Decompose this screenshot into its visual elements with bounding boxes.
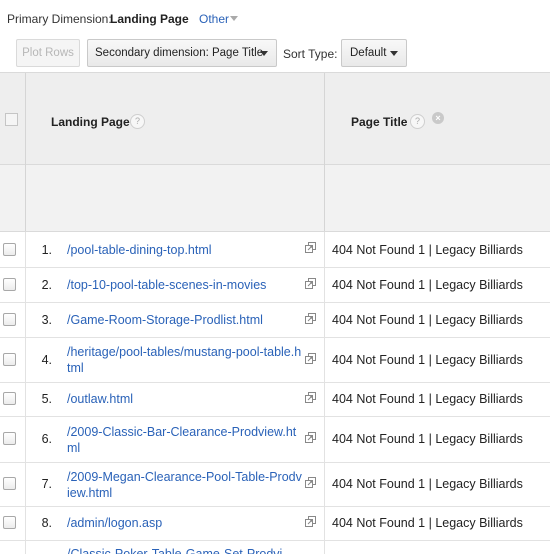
primary-dimension-other[interactable]: Other [199,12,229,26]
landing-page-link[interactable]: /2009-Classic-Bar-Clearance-Prodview.htm… [67,424,303,456]
row-checkbox[interactable] [3,243,16,256]
row-number: 1. [41,243,52,257]
secondary-dimension-label: Secondary dimension: Page Title [95,47,264,59]
table-row: 2. /top-10-pool-table-scenes-in-movies 4… [0,268,550,303]
open-external-icon[interactable] [305,313,316,324]
help-icon[interactable]: ? [130,114,145,129]
sort-type-dropdown[interactable]: Default [341,39,407,67]
row-checkbox[interactable] [3,477,16,490]
column-header-page-title[interactable]: Page Title [351,115,407,129]
row-number: 5. [41,392,52,406]
chevron-down-icon[interactable] [230,16,238,21]
primary-dimension-bar: Primary Dimension: Landing Page Other [0,0,550,37]
open-external-icon[interactable] [305,516,316,527]
summary-checkbox-cell [0,165,26,231]
row-checkbox[interactable] [3,432,16,445]
chevron-down-icon [390,51,398,56]
open-external-icon[interactable] [305,278,316,289]
page-title-cell: 404 Not Found 1 | Legacy Billiards [332,243,523,257]
table-row: 7. /2009-Megan-Clearance-Pool-Table-Prod… [0,463,550,507]
table-row: 8. /admin/logon.asp 404 Not Found 1 | Le… [0,507,550,541]
row-number: 4. [41,353,52,367]
table-row: 6. /2009-Classic-Bar-Clearance-Prodview.… [0,417,550,463]
row-number: 7. [41,477,52,491]
chevron-down-icon [260,51,268,56]
page-title-cell: 404 Not Found 1 | Legacy Billiards [332,313,523,327]
row-checkbox[interactable] [3,392,16,405]
column-divider [324,165,325,231]
landing-page-link[interactable]: /2009-Megan-Clearance-Pool-Table-Prodvie… [67,469,303,501]
column-divider [324,73,325,165]
open-external-icon[interactable] [305,242,316,253]
help-icon[interactable]: ? [410,114,425,129]
sort-type-label: Sort Type: [283,47,338,61]
plot-rows-button[interactable]: Plot Rows [16,39,80,67]
primary-dimension-landing-page[interactable]: Landing Page [110,12,189,26]
row-checkbox[interactable] [3,278,16,291]
landing-page-link[interactable]: /pool-table-dining-top.html [67,242,303,258]
row-checkbox[interactable] [3,516,16,529]
table-header: Landing Page ? Page Title ? × [0,72,550,165]
landing-page-link[interactable]: /top-10-pool-table-scenes-in-movies [67,277,303,293]
row-number: 8. [41,516,52,530]
page-title-cell: 404 Not Found 1 | Legacy Billiards [332,278,523,292]
table-row: 4. /heritage/pool-tables/mustang-pool-ta… [0,338,550,383]
landing-page-link[interactable]: /admin/logon.asp [67,515,303,531]
landing-page-link[interactable]: /Game-Room-Storage-Prodlist.html [67,312,303,328]
column-header-landing-page[interactable]: Landing Page [51,115,130,129]
page-title-cell: 404 Not Found 1 | Legacy Billiards [332,432,523,446]
open-external-icon[interactable] [305,432,316,443]
open-external-icon[interactable] [305,392,316,403]
page-title-cell: 404 Not Found 1 | Legacy Billiards [332,392,523,406]
row-number: 2. [41,278,52,292]
row-checkbox[interactable] [3,353,16,366]
primary-dimension-label: Primary Dimension: [7,12,112,26]
page-title-cell: 404 Not Found 1 | Legacy Billiards [332,516,523,530]
row-number: 6. [41,432,52,446]
table-row: /Classic-Poker-Table-Game-Set-Prodvi [0,541,550,554]
secondary-dimension-dropdown[interactable]: Secondary dimension: Page Title [87,39,277,67]
landing-page-link[interactable]: /outlaw.html [67,391,303,407]
page-title-cell: 404 Not Found 1 | Legacy Billiards [332,477,523,491]
sort-type-value: Default [350,47,387,59]
landing-page-link[interactable]: /heritage/pool-tables/mustang-pool-table… [67,344,303,376]
table-row: 1. /pool-table-dining-top.html 404 Not F… [0,232,550,268]
open-external-icon[interactable] [305,477,316,488]
remove-secondary-dimension-icon[interactable]: × [432,112,444,124]
select-all-checkbox[interactable] [5,113,18,126]
table-row: 5. /outlaw.html 404 Not Found 1 | Legacy… [0,383,550,417]
table-row: 3. /Game-Room-Storage-Prodlist.html 404 … [0,303,550,338]
row-checkbox[interactable] [3,313,16,326]
table-toolbar: Plot Rows Secondary dimension: Page Titl… [0,37,550,71]
summary-row [0,165,550,232]
row-number: 3. [41,313,52,327]
page-title-cell: 404 Not Found 1 | Legacy Billiards [332,353,523,367]
header-checkbox-cell [0,73,26,165]
open-external-icon[interactable] [305,353,316,364]
landing-page-link[interactable]: /Classic-Poker-Table-Game-Set-Prodvi [67,546,303,554]
